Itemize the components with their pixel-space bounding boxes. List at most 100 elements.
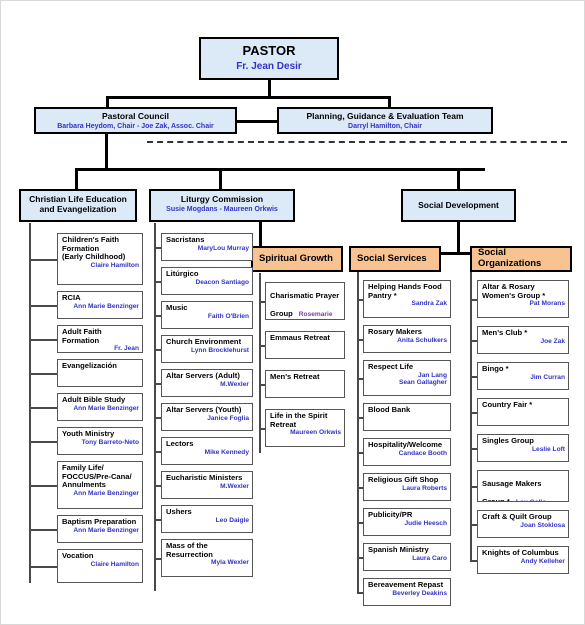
leaf-title: Publicity/PR: [368, 510, 413, 519]
box-christian-life-education[interactable]: Christian Life Education and Evangelizat…: [19, 189, 137, 222]
leaf-coordinator-name: Lynn Brocklehurst: [190, 346, 249, 354]
leaf-social-services-4[interactable]: Blood Bank: [363, 403, 451, 431]
leaf-social-organizations-1[interactable]: Altar & Rosary Women's Group * Pat Morans: [477, 280, 569, 318]
leaf-coordinator-name: Candace Booth: [398, 449, 447, 457]
connector-row2-left-drop: [106, 96, 109, 107]
leaf-coordinator-name: Maureen Orkwis: [290, 429, 341, 436]
leaf-coordinator-name: Mike Kennedy: [204, 448, 249, 456]
connector-liturgy-10: [154, 558, 161, 560]
leaf-liturgy-7[interactable]: Lectors Mike Kennedy: [161, 437, 253, 465]
box-planning-guidance-evaluation-team[interactable]: Planning, Guidance & Evaluation Team Dar…: [277, 107, 493, 134]
leaf-liturgy-6[interactable]: Altar Servers (Youth) Janice Foglia: [161, 403, 253, 431]
leaf-christian-life-8[interactable]: Baptism Preparation Ann Marie Benzinger: [57, 515, 143, 543]
leaf-christian-life-2[interactable]: RCIA Ann Marie Benzinger: [57, 291, 143, 319]
leaf-coordinator-name: Claire Hamilton: [90, 261, 139, 269]
spine-social-services: [357, 271, 359, 593]
leaf-social-services-7[interactable]: Publicity/PR Judie Heesch: [363, 508, 451, 536]
leaf-title: Religious Gift Shop: [368, 475, 439, 484]
box-spiritual-growth-header[interactable]: Spiritual Growth: [251, 246, 343, 272]
leaf-title: Baptism Preparation: [62, 517, 137, 526]
connector-social-organizations-6: [470, 486, 477, 488]
connector-social-organizations-4: [470, 412, 477, 414]
leaf-social-services-8[interactable]: Spanish Ministry Laura Caro: [363, 543, 451, 571]
connector-socdev-down: [457, 222, 460, 252]
leaf-coordinator-name: Lou Gallo: [516, 499, 546, 501]
connector-christian-life-4: [29, 373, 57, 375]
connector-liturgy-3: [154, 315, 161, 317]
leaf-coordinator-name: Sandra Zak: [411, 300, 447, 307]
leaf-coordinator-name: Laura Roberts: [402, 484, 447, 492]
leaf-title: Youth Ministry: [62, 429, 115, 438]
connector-christian-life-6: [29, 441, 57, 443]
leaf-social-organizations-5[interactable]: Singles Group Leslie Loft: [477, 434, 569, 462]
leaf-title: Mass of the Resurrection: [166, 541, 213, 559]
box-social-development[interactable]: Social Development: [401, 189, 516, 222]
leaf-spiritual-growth-2[interactable]: Emmaus Retreat: [265, 331, 345, 359]
leaf-christian-life-5[interactable]: Adult Bible Study Ann Marie Benzinger: [57, 393, 143, 421]
leaf-spiritual-growth-4[interactable]: Life in the Spirit Retreat Maureen Orkwis: [265, 409, 345, 447]
connector-liturgy-1: [154, 247, 161, 249]
leaf-social-organizations-4[interactable]: Country Fair *: [477, 398, 569, 426]
leaf-christian-life-3[interactable]: Adult Faith Formation Fr. Jean: [57, 325, 143, 353]
leaf-social-services-9[interactable]: Bereavement Repast Beverley Deakins: [363, 578, 451, 606]
leaf-social-organizations-8[interactable]: Knights of Columbus Andy Kelleher: [477, 546, 569, 574]
box-pastor[interactable]: PASTOR Fr. Jean Desir: [199, 37, 339, 80]
leaf-title: Church Environment: [166, 337, 242, 346]
leaf-coordinator-name: M.Wexler: [220, 482, 249, 490]
leaf-social-services-2[interactable]: Rosary Makers Anita Schulkers: [363, 325, 451, 353]
leaf-liturgy-4[interactable]: Church Environment Lynn Brocklehurst: [161, 335, 253, 363]
connector-liturgy-4: [154, 349, 161, 351]
connector-christian-life-8: [29, 529, 57, 531]
box-pastoral-council[interactable]: Pastoral Council Barbara Heydom, Chair -…: [34, 107, 237, 134]
leaf-title: Family Life/ FOCCUS/Pre-Cana/ Annulments: [62, 463, 132, 489]
leaf-coordinator-name: Fr. Jean: [114, 345, 139, 352]
box-social-organizations-header[interactable]: Social Organizations: [470, 246, 572, 272]
box-liturgy-commission[interactable]: Liturgy Commission Susie Mogdans - Maure…: [149, 189, 295, 222]
leaf-social-services-5[interactable]: Hospitality/Welcome Candace Booth: [363, 438, 451, 466]
connector-dashed-advisory: [147, 141, 567, 143]
connector-row2-link: [237, 120, 277, 123]
leaf-social-organizations-7[interactable]: Craft & Quilt Group Joan Stoklosa: [477, 510, 569, 538]
leaf-liturgy-1[interactable]: Sacristans MaryLou Murray: [161, 233, 253, 261]
connector-council-down: [105, 134, 108, 168]
leaf-christian-life-7[interactable]: Family Life/ FOCCUS/Pre-Cana/ Annulments…: [57, 461, 143, 509]
leaf-liturgy-10[interactable]: Mass of the Resurrection Myla Wexler: [161, 539, 253, 577]
leaf-coordinator-name: Joan Stoklosa: [520, 521, 565, 529]
leaf-social-services-3[interactable]: Respect Life Jan Lang Sean Gallagher: [363, 360, 451, 396]
leaf-social-services-1[interactable]: Helping Hands Food Pantry * Sandra Zak: [363, 280, 451, 318]
leaf-christian-life-6[interactable]: Youth Ministry Tony Barreto-Neto: [57, 427, 143, 455]
leaf-social-services-6[interactable]: Religious Gift Shop Laura Roberts: [363, 473, 451, 501]
leaf-coordinator-name: Ann Marie Benzinger: [73, 302, 139, 310]
leaf-liturgy-3[interactable]: Music Faith O'Brien: [161, 301, 253, 329]
leaf-title: Respect Life: [368, 362, 414, 371]
leaf-social-organizations-6[interactable]: Sausage Makers Group *Lou Gallo: [477, 470, 569, 502]
leaf-title: Singles Group: [482, 436, 534, 445]
pastoral-council-title: Pastoral Council: [101, 111, 170, 121]
leaf-social-organizations-2[interactable]: Men's Club * Joe Zak: [477, 326, 569, 354]
leaf-coordinator-name: Judie Heesch: [404, 519, 447, 527]
leaf-title: Litúrgico: [166, 269, 199, 278]
leaf-coordinator-name: Ann Marie Benzinger: [73, 404, 139, 412]
connector-row2-bus: [106, 96, 391, 99]
leaf-spiritual-growth-1[interactable]: Charismatic Prayer GroupRosemarie Helleg…: [265, 282, 345, 320]
connector-row2-right-drop: [388, 96, 391, 107]
leaf-spiritual-growth-3[interactable]: Men's Retreat: [265, 370, 345, 398]
leaf-social-organizations-3[interactable]: Bingo * Jim Curran: [477, 362, 569, 390]
leaf-coordinator-name: Ann Marie Benzinger: [73, 489, 139, 497]
leaf-title: Men's Club *: [482, 328, 528, 337]
leaf-liturgy-5[interactable]: Altar Servers (Adult) M.Wexler: [161, 369, 253, 397]
connector-liturgy-9: [154, 519, 161, 521]
leaf-title: Bereavement Repast: [368, 580, 444, 589]
pastor-title: PASTOR: [242, 43, 296, 58]
leaf-liturgy-9[interactable]: Ushers Leo Daigle: [161, 505, 253, 533]
leaf-coordinator-name: Leslie Loft: [532, 445, 565, 453]
leaf-christian-life-4[interactable]: Evangelización: [57, 359, 143, 387]
leaf-title: Adult Bible Study: [62, 395, 126, 404]
leaf-liturgy-2[interactable]: Litúrgico Deacon Santiago: [161, 267, 253, 295]
connector-christian-life-7: [29, 485, 57, 487]
leaf-christian-life-9[interactable]: Vocation Claire Hamilton: [57, 549, 143, 583]
leaf-liturgy-8[interactable]: Eucharistic Ministers M.Wexler: [161, 471, 253, 499]
leaf-christian-life-1[interactable]: Children's Faith Formation (Early Childh…: [57, 233, 143, 285]
box-social-services-header[interactable]: Social Services: [349, 246, 441, 272]
org-chart: PASTOR Fr. Jean Desir Pastoral Council B…: [0, 0, 585, 625]
